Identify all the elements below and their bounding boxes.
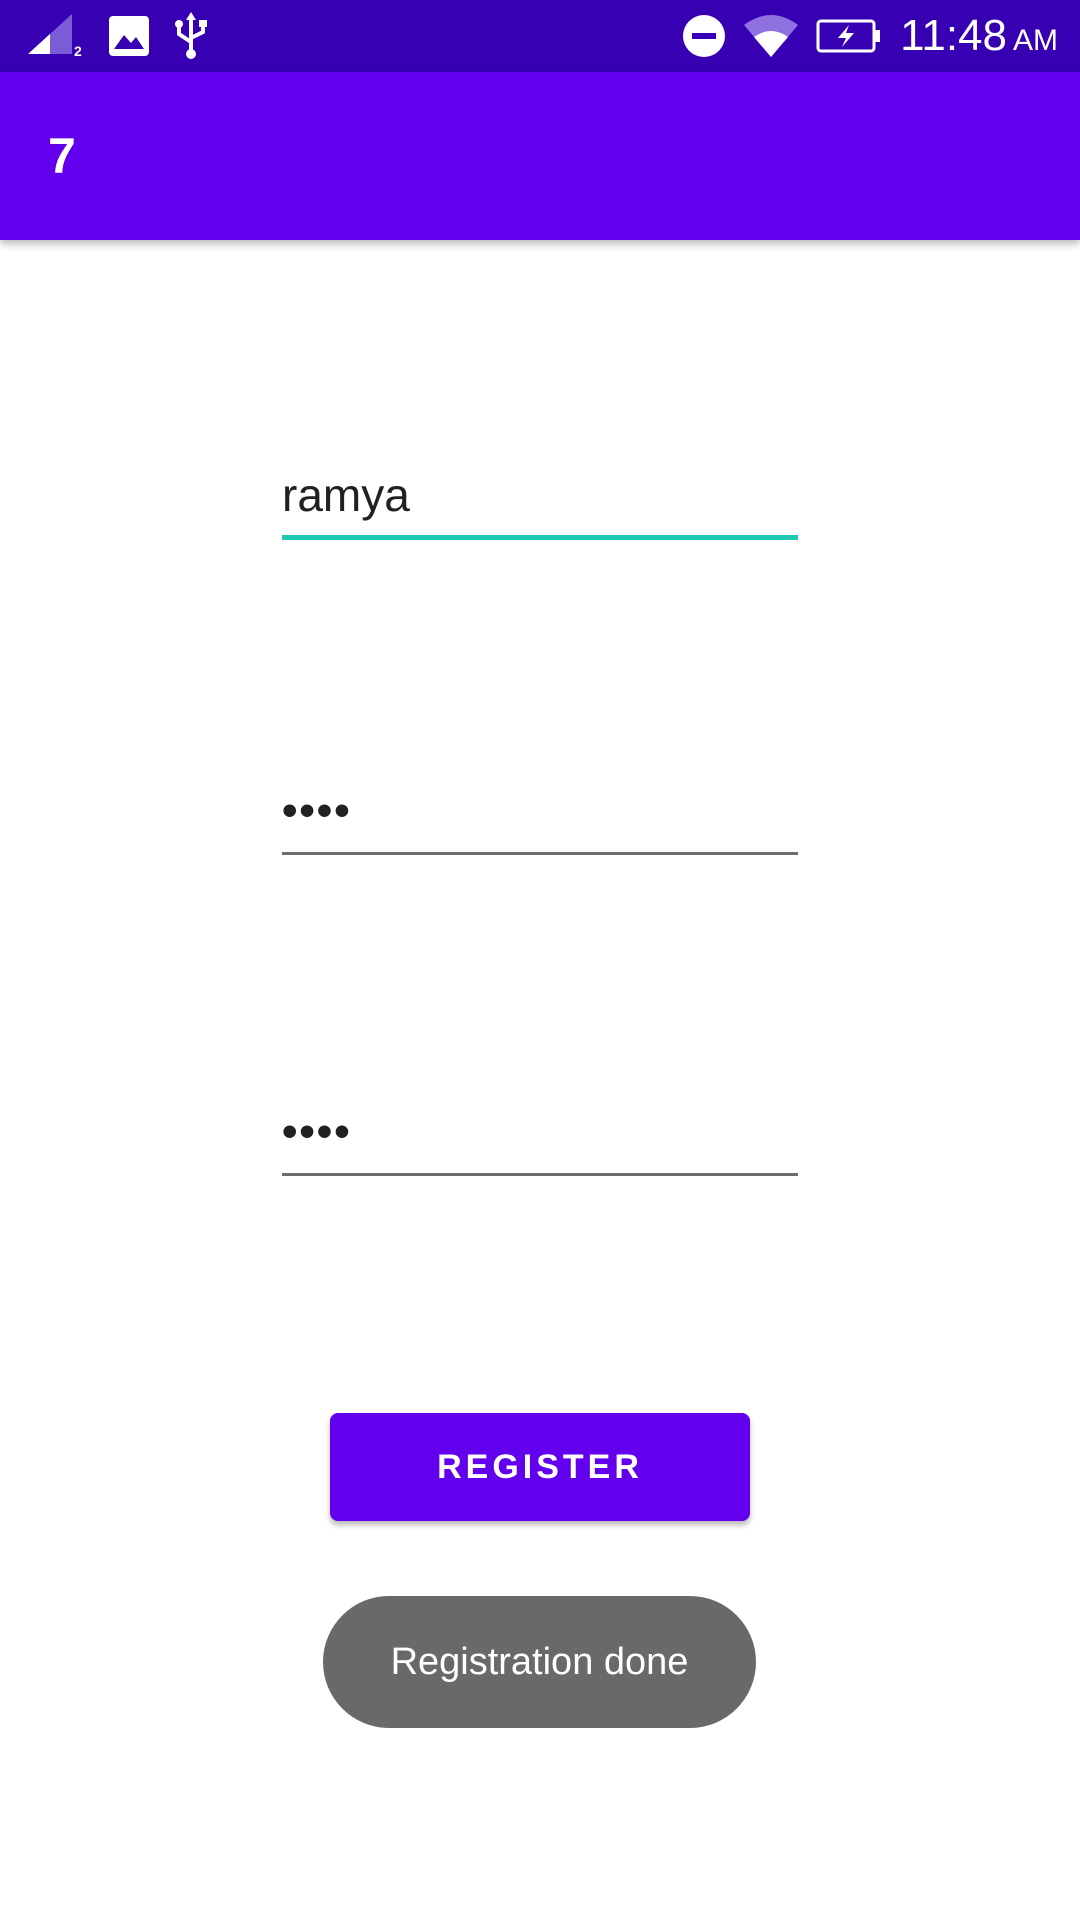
app-title: 7: [48, 128, 76, 184]
status-left-icons: 2: [28, 0, 208, 72]
confirm-password-input-text: ••••: [282, 1107, 352, 1156]
signal-badge: 2: [74, 43, 82, 58]
username-input-text: ramya: [282, 469, 410, 521]
password-field-underline: [282, 852, 798, 855]
username-field[interactable]: ramya: [282, 450, 798, 540]
usb-icon: [174, 12, 208, 60]
screen: 2 11:48 AM 7 ramya •••• •••• REGISTER Re…: [0, 0, 1080, 1920]
cell-signal-icon: 2: [28, 14, 84, 58]
do-not-disturb-icon: [682, 14, 726, 58]
register-button[interactable]: REGISTER: [330, 1413, 750, 1521]
status-time: 11:48 AM: [900, 11, 1058, 61]
password-field[interactable]: ••••: [282, 765, 798, 855]
image-icon: [108, 15, 150, 57]
confirm-password-field[interactable]: ••••: [282, 1086, 798, 1176]
status-time-ampm: AM: [1013, 24, 1058, 57]
confirm-password-field-underline: [282, 1173, 798, 1176]
status-bar: 2 11:48 AM: [0, 0, 1080, 72]
password-input-text: ••••: [282, 786, 352, 835]
status-right-icons: 11:48 AM: [682, 0, 1058, 72]
app-bar: 7: [0, 72, 1080, 240]
status-time-value: 11:48: [900, 11, 1007, 60]
toast-message: Registration done: [323, 1596, 756, 1728]
wifi-icon: [744, 15, 799, 57]
username-field-underline: [282, 535, 798, 540]
battery-charging-icon: [816, 19, 882, 53]
